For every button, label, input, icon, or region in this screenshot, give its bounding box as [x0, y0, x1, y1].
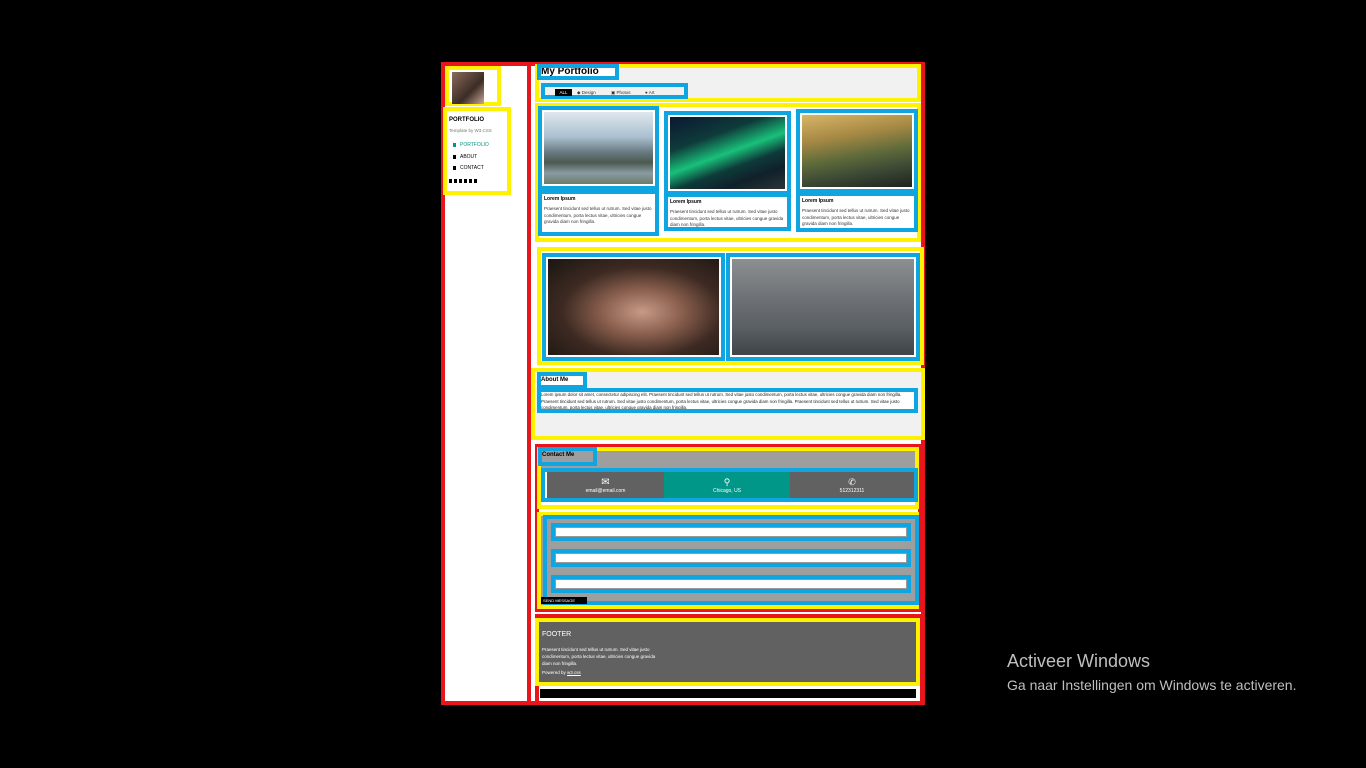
- map-pin-icon: ●: [645, 90, 648, 95]
- avatar: [452, 72, 484, 104]
- photo-2-frame: [726, 253, 920, 361]
- contact-phone-box: ✆ 512312311: [790, 472, 914, 498]
- message-input[interactable]: [555, 579, 907, 589]
- linkedin-icon[interactable]: [474, 179, 477, 183]
- envelope-icon: [453, 166, 456, 170]
- card-2-body: Lorem Ipsum Praesent tincidunt sed tellu…: [664, 193, 791, 231]
- instagram-icon[interactable]: [454, 179, 457, 183]
- photo-1-frame: [542, 253, 725, 361]
- footer-title: FOOTER: [542, 631, 572, 638]
- map-marker-icon: ⚲: [723, 476, 731, 487]
- about-text: Lorem ipsum dolor sit amet, consectetur …: [541, 392, 902, 410]
- card-1-image[interactable]: [544, 112, 653, 184]
- sidebar-item-contact[interactable]: CONTACT: [453, 165, 484, 171]
- envelope-icon: ✉: [601, 476, 610, 488]
- pinterest-icon[interactable]: [464, 179, 467, 183]
- th-icon: [453, 143, 456, 147]
- contact-form-fields: [543, 515, 919, 605]
- page-title-box: My Portfolio: [537, 64, 619, 80]
- card-2-text: Praesent tincidunt sed tellus ut rutrum.…: [670, 209, 784, 227]
- email-input[interactable]: [555, 553, 907, 563]
- filter-art-button[interactable]: ● Art: [645, 89, 655, 96]
- card-1-image-frame: [538, 106, 659, 190]
- w3css-link[interactable]: w3.css: [567, 670, 581, 675]
- contact-info-bar: ✉ email@email.com ⚲ Chicago, US ✆ 512312…: [541, 468, 918, 502]
- sidebar-menu: PORTFOLIO Template by W3.CSS PORTFOLIO A…: [443, 107, 511, 195]
- about-title: About Me: [541, 377, 569, 383]
- contact-title-box: Contact Me: [538, 447, 597, 466]
- diamond-icon: ◆: [577, 90, 581, 95]
- twitter-icon[interactable]: [469, 179, 472, 183]
- avatar-frame: [445, 66, 501, 106]
- sidebar-item-portfolio[interactable]: PORTFOLIO: [453, 142, 489, 148]
- social-icons: [449, 179, 477, 183]
- page-title: My Portfolio: [541, 66, 599, 77]
- filter-photos-button[interactable]: ▣ Photos: [611, 89, 631, 96]
- contact-location-box: ⚲ Chicago, US: [664, 472, 790, 498]
- snapchat-icon[interactable]: [459, 179, 462, 183]
- contact-email-box: ✉ email@email.com: [547, 472, 664, 498]
- activation-title: Activeer Windows: [1007, 651, 1151, 671]
- card-2-image[interactable]: [670, 117, 785, 189]
- footer-bottom-bar: [540, 689, 916, 698]
- phone-icon: ✆: [848, 476, 856, 487]
- photo-1-image[interactable]: [548, 259, 719, 355]
- about-title-box: About Me: [537, 372, 587, 389]
- facebook-icon[interactable]: [449, 179, 452, 183]
- card-1-body: Lorem Ipsum Praesent tincidunt sed tellu…: [538, 190, 659, 236]
- name-input[interactable]: [555, 527, 907, 537]
- card-3-body: Lorem Ipsum Praesent tincidunt sed tellu…: [796, 192, 918, 232]
- sidebar-brand: PORTFOLIO: [449, 117, 484, 123]
- filter-bar: ALL ◆ Design ▣ Photos ● Art: [541, 83, 688, 99]
- send-message-button[interactable]: SEND MESSAGE: [541, 597, 587, 604]
- photo-2-image[interactable]: [732, 259, 914, 355]
- card-1-text: Praesent tincidunt sed tellus ut rutrum.…: [544, 206, 652, 224]
- sidebar-subtitle: Template by W3.CSS: [449, 128, 492, 133]
- activation-subtitle: Ga naar Instellingen om Windows te activ…: [1007, 677, 1297, 693]
- sidebar-item-about[interactable]: ABOUT: [453, 154, 477, 160]
- filter-design-button[interactable]: ◆ Design: [577, 89, 596, 96]
- footer-text: Praesent tincidunt sed tellus ut rutrum.…: [542, 647, 656, 666]
- card-1-title: Lorem Ipsum: [544, 196, 576, 202]
- filter-all-button[interactable]: ALL: [555, 89, 572, 96]
- footer-powered: Powered by w3.css: [542, 670, 581, 675]
- card-3-image-frame: [796, 109, 918, 193]
- contact-title: Contact Me: [542, 452, 575, 458]
- user-icon: [453, 155, 456, 159]
- footer: FOOTER Praesent tincidunt sed tellus ut …: [535, 618, 920, 686]
- photo-icon: ▣: [611, 90, 616, 95]
- card-3-image[interactable]: [802, 115, 912, 187]
- card-2-image-frame: [664, 111, 791, 195]
- card-2-title: Lorem Ipsum: [670, 199, 702, 205]
- about-text-box: Lorem ipsum dolor sit amet, consectetur …: [537, 388, 918, 413]
- card-3-title: Lorem Ipsum: [802, 198, 834, 204]
- card-3-text: Praesent tincidunt sed tellus ut rutrum.…: [802, 208, 910, 226]
